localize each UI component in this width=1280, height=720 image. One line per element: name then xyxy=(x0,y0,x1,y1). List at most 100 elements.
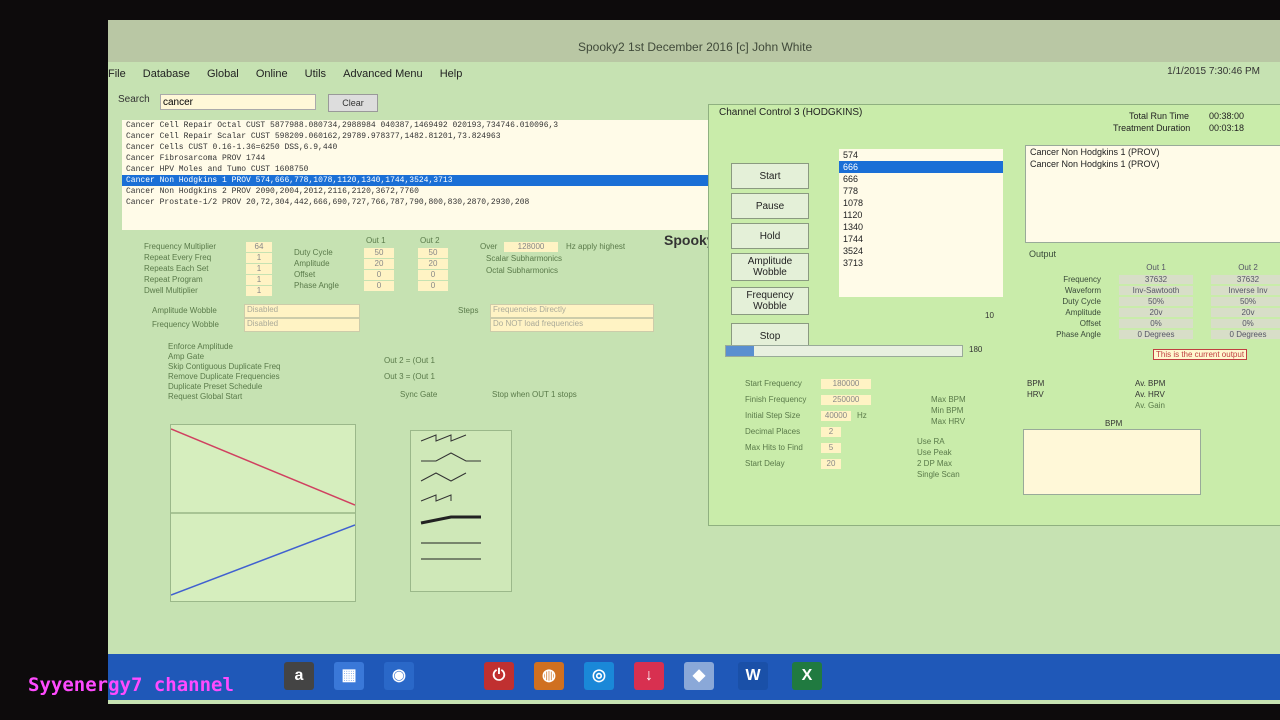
amplitude-wobble-button[interactable]: Amplitude Wobble xyxy=(731,253,809,281)
scan-unit: Hz xyxy=(857,411,867,420)
waveform-list[interactable] xyxy=(410,430,512,592)
list-item[interactable]: Cancer Prostate-1/2 PROV 20,72,304,442,6… xyxy=(122,197,712,208)
browser-icon[interactable]: ◎ xyxy=(584,662,614,690)
search-input[interactable] xyxy=(160,94,316,110)
list-item[interactable]: Cancer Non Hodgkins 2 PROV 2090,2004,201… xyxy=(122,186,712,197)
menu-help[interactable]: Help xyxy=(440,68,463,80)
equation-label: Out 2 = (Out 1 xyxy=(384,356,435,365)
list-item[interactable]: 3524 xyxy=(839,245,1003,257)
scan-field[interactable]: 5 xyxy=(821,443,841,453)
list-item[interactable]: Cancer Non Hodgkins 1 (PROV) xyxy=(1026,158,1280,170)
scan-field[interactable]: 40000 xyxy=(821,411,851,421)
steps-select[interactable]: Frequencies Directly xyxy=(490,304,654,318)
option-checkbox[interactable]: Amp Gate xyxy=(168,352,204,361)
menu-global[interactable]: Global xyxy=(207,68,239,80)
menu-file[interactable]: File xyxy=(108,68,126,80)
running-programs[interactable]: Cancer Non Hodgkins 1 (PROV) Cancer Non … xyxy=(1025,145,1280,243)
list-item[interactable]: Cancer Non Hodgkins 1 (PROV) xyxy=(1026,146,1280,158)
out1-field[interactable]: 50 xyxy=(364,248,394,258)
pause-button[interactable]: Pause xyxy=(731,193,809,219)
option-checkbox[interactable]: Request Global Start xyxy=(168,392,242,401)
list-item[interactable]: 1744 xyxy=(839,233,1003,245)
over-field[interactable]: 128000 xyxy=(504,242,558,252)
menu-utils[interactable]: Utils xyxy=(305,68,326,80)
list-item[interactable]: 1120 xyxy=(839,209,1003,221)
freq-wobble-select[interactable]: Disabled xyxy=(244,318,360,332)
folder-icon[interactable]: ▦ xyxy=(334,662,364,690)
option-checkbox[interactable]: Remove Duplicate Frequencies xyxy=(168,372,280,381)
out-label: Phase Angle xyxy=(294,281,339,290)
menu-database[interactable]: Database xyxy=(143,68,190,80)
hold-button[interactable]: Hold xyxy=(731,223,809,249)
option-checkbox[interactable]: Duplicate Preset Schedule xyxy=(168,382,262,391)
search-icon[interactable]: a xyxy=(284,662,314,690)
list-item-selected[interactable]: 666 xyxy=(839,161,1003,173)
total-run-value: 00:38:00 xyxy=(1209,111,1245,121)
setting-field[interactable]: 1 xyxy=(246,286,272,296)
scan-field[interactable]: 250000 xyxy=(821,395,871,405)
setting-field[interactable]: 1 xyxy=(246,253,272,263)
scan-option[interactable]: Use RA xyxy=(917,437,945,446)
list-item[interactable]: Cancer Cell Repair Scalar CUST 598209.06… xyxy=(122,131,712,142)
scan-option[interactable]: Min BPM xyxy=(931,406,963,415)
out2-field[interactable]: 0 xyxy=(418,281,448,291)
scan-field[interactable]: 2 xyxy=(821,427,841,437)
setting-field[interactable]: 1 xyxy=(246,264,272,274)
scan-option[interactable]: Single Scan xyxy=(917,470,960,479)
list-item[interactable]: Cancer Fibrosarcoma PROV 1744 xyxy=(122,153,712,164)
octal-option[interactable]: Octal Subharmonics xyxy=(486,266,558,275)
scan-option[interactable]: Max HRV xyxy=(931,417,965,426)
list-item[interactable]: 666 xyxy=(839,173,1003,185)
out1-field[interactable]: 0 xyxy=(364,270,394,280)
setting-label: Dwell Multiplier xyxy=(144,286,198,295)
list-item[interactable]: 574 xyxy=(839,149,1003,161)
scan-option[interactable]: Max BPM xyxy=(931,395,966,404)
out2-field[interactable]: 20 xyxy=(418,259,448,269)
program-list[interactable]: Cancer Cell Repair Octal CUST 5877988.08… xyxy=(122,120,712,230)
setting-field[interactable]: 64 xyxy=(246,242,272,252)
setting-field[interactable]: 1 xyxy=(246,275,272,285)
option-checkbox[interactable]: Skip Contiguous Duplicate Freq xyxy=(168,362,281,371)
scan-option[interactable]: 2 DP Max xyxy=(917,459,952,468)
list-item[interactable]: Cancer HPV Moles and Tumo CUST 1608750 xyxy=(122,164,712,175)
clear-button[interactable]: Clear xyxy=(328,94,378,112)
start-button[interactable]: Start xyxy=(731,163,809,189)
out2-field[interactable]: 50 xyxy=(418,248,448,258)
word-icon[interactable]: W xyxy=(738,662,768,690)
list-item[interactable]: 1340 xyxy=(839,221,1003,233)
scan-field[interactable]: 20 xyxy=(821,459,841,469)
out1-field[interactable]: 20 xyxy=(364,259,394,269)
sync-gate[interactable]: Sync Gate xyxy=(400,390,437,399)
out1-value: 20v xyxy=(1119,308,1193,317)
scan-label: Initial Step Size xyxy=(745,411,801,420)
list-item[interactable]: 3713 xyxy=(839,257,1003,269)
scan-option[interactable]: Use Peak xyxy=(917,448,952,457)
out2-value: Inverse Inv xyxy=(1211,286,1280,295)
menu-online[interactable]: Online xyxy=(256,68,288,80)
output-label: Amplitude xyxy=(1065,308,1101,317)
list-item[interactable]: 778 xyxy=(839,185,1003,197)
frequency-list[interactable]: 574 666 666 778 1078 1120 1340 1744 3524… xyxy=(839,149,1003,297)
option-checkbox[interactable]: Enforce Amplitude xyxy=(168,342,233,351)
list-item[interactable]: 1078 xyxy=(839,197,1003,209)
list-item[interactable]: Cancer Cells CUST 0.16-1.36=6250 DSS,6.9… xyxy=(122,142,712,153)
av-bpm-label: Av. BPM xyxy=(1135,379,1166,388)
output-label: Waveform xyxy=(1064,286,1101,295)
file-explorer-icon[interactable]: ◉ xyxy=(384,662,414,690)
frequency-wobble-button[interactable]: Frequency Wobble xyxy=(731,287,809,315)
list-item[interactable]: Cancer Cell Repair Octal CUST 5877988.08… xyxy=(122,120,712,131)
stop-option[interactable]: Stop when OUT 1 stops xyxy=(492,390,577,399)
scalar-option[interactable]: Scalar Subharmonics xyxy=(486,254,562,263)
out1-field[interactable]: 0 xyxy=(364,281,394,291)
download-icon[interactable]: ↓ xyxy=(634,662,664,690)
scan-field[interactable]: 180000 xyxy=(821,379,871,389)
load-select[interactable]: Do NOT load frequencies xyxy=(490,318,654,332)
amp-wobble-select[interactable]: Disabled xyxy=(244,304,360,318)
power-icon[interactable]: ⏻ xyxy=(484,662,514,690)
menu-advanced[interactable]: Advanced Menu xyxy=(343,68,423,80)
out2-field[interactable]: 0 xyxy=(418,270,448,280)
firefox-icon[interactable]: ◍ xyxy=(534,662,564,690)
app-icon[interactable]: ◆ xyxy=(684,662,714,690)
list-item-selected[interactable]: Cancer Non Hodgkins 1 PROV 574,666,778,1… xyxy=(122,175,712,186)
excel-icon[interactable]: X xyxy=(792,662,822,690)
